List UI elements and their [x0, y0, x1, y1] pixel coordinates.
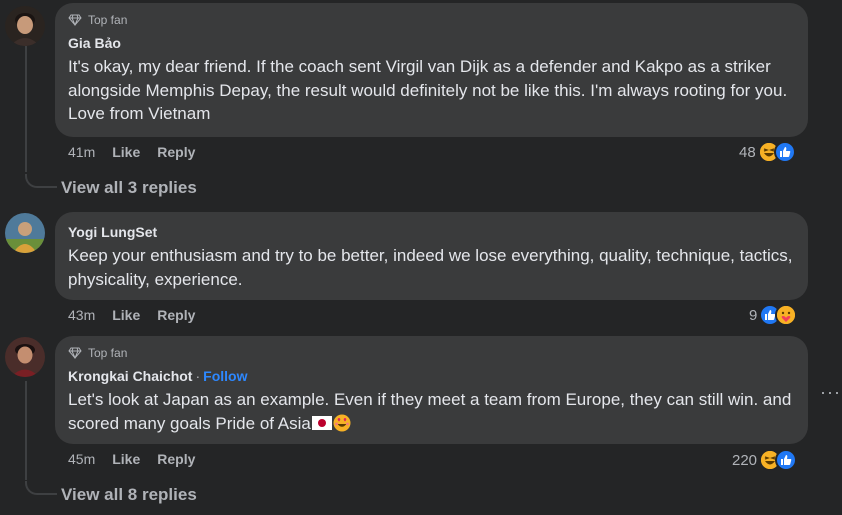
more-options-icon[interactable]: ··· [820, 382, 841, 403]
diamond-icon [68, 347, 82, 359]
avatar[interactable] [5, 337, 45, 377]
comment-text: Keep your enthusiasm and try to be bette… [68, 246, 793, 289]
comment-actions: 41m Like Reply [68, 144, 195, 160]
comment-text-row: Let's look at Japan as an example. Even … [68, 388, 794, 435]
thread-line [25, 381, 27, 480]
japan-flag-icon [311, 415, 332, 430]
author-name[interactable]: Krongkai Chaichot [68, 368, 192, 384]
avatar[interactable] [5, 6, 45, 46]
comment-bubble: Yogi LungSet Keep your enthusiasm and tr… [55, 212, 808, 300]
view-replies-link[interactable]: View all 3 replies [61, 178, 197, 198]
comment-bubble: Top fan Gia Bảo It's okay, my dear frien… [55, 3, 808, 137]
like-button[interactable]: Like [112, 144, 140, 160]
reaction-count: 220 [732, 451, 758, 469]
timestamp[interactable]: 43m [68, 307, 95, 323]
comment-text: It's okay, my dear friend. If the coach … [68, 57, 788, 123]
like-icon [775, 449, 798, 471]
reaction-count: 9 [749, 306, 758, 324]
badge-label: Top fan [88, 13, 128, 27]
avatar[interactable] [5, 213, 45, 253]
view-replies-link[interactable]: View all 8 replies [61, 485, 197, 505]
separator-dot: · [195, 368, 201, 384]
reply-button[interactable]: Reply [157, 144, 195, 160]
author-name[interactable]: Gia Bảo [68, 35, 121, 51]
timestamp[interactable]: 45m [68, 451, 95, 467]
top-fan-badge: Top fan [68, 344, 794, 362]
thread-line [25, 46, 27, 172]
reactions-summary[interactable]: 220 [732, 449, 798, 471]
care-icon [775, 304, 798, 326]
heart-eyes-emoji-icon [333, 414, 351, 431]
reply-button[interactable]: Reply [157, 451, 195, 467]
thread-curve [25, 481, 57, 495]
timestamp[interactable]: 41m [68, 144, 95, 160]
like-button[interactable]: Like [112, 307, 140, 323]
top-fan-badge: Top fan [68, 11, 794, 29]
author-name[interactable]: Yogi LungSet [68, 224, 157, 240]
reactions-summary[interactable]: 48 [739, 141, 796, 163]
reaction-count: 48 [739, 143, 756, 161]
reactions-summary[interactable]: 9 [749, 304, 798, 326]
thread-curve [25, 174, 57, 188]
comment-bubble: Top fan Krongkai Chaichot · Follow Let's l… [55, 336, 808, 444]
reply-button[interactable]: Reply [157, 307, 195, 323]
like-icon [773, 141, 796, 163]
badge-label: Top fan [88, 346, 128, 360]
diamond-icon [68, 14, 82, 26]
like-button[interactable]: Like [112, 451, 140, 467]
comment-text: Let's look at Japan as an example. Even … [68, 390, 792, 433]
follow-button[interactable]: Follow [203, 368, 247, 384]
comment-actions: 45m Like Reply [68, 451, 195, 467]
comment-actions: 43m Like Reply [68, 307, 195, 323]
